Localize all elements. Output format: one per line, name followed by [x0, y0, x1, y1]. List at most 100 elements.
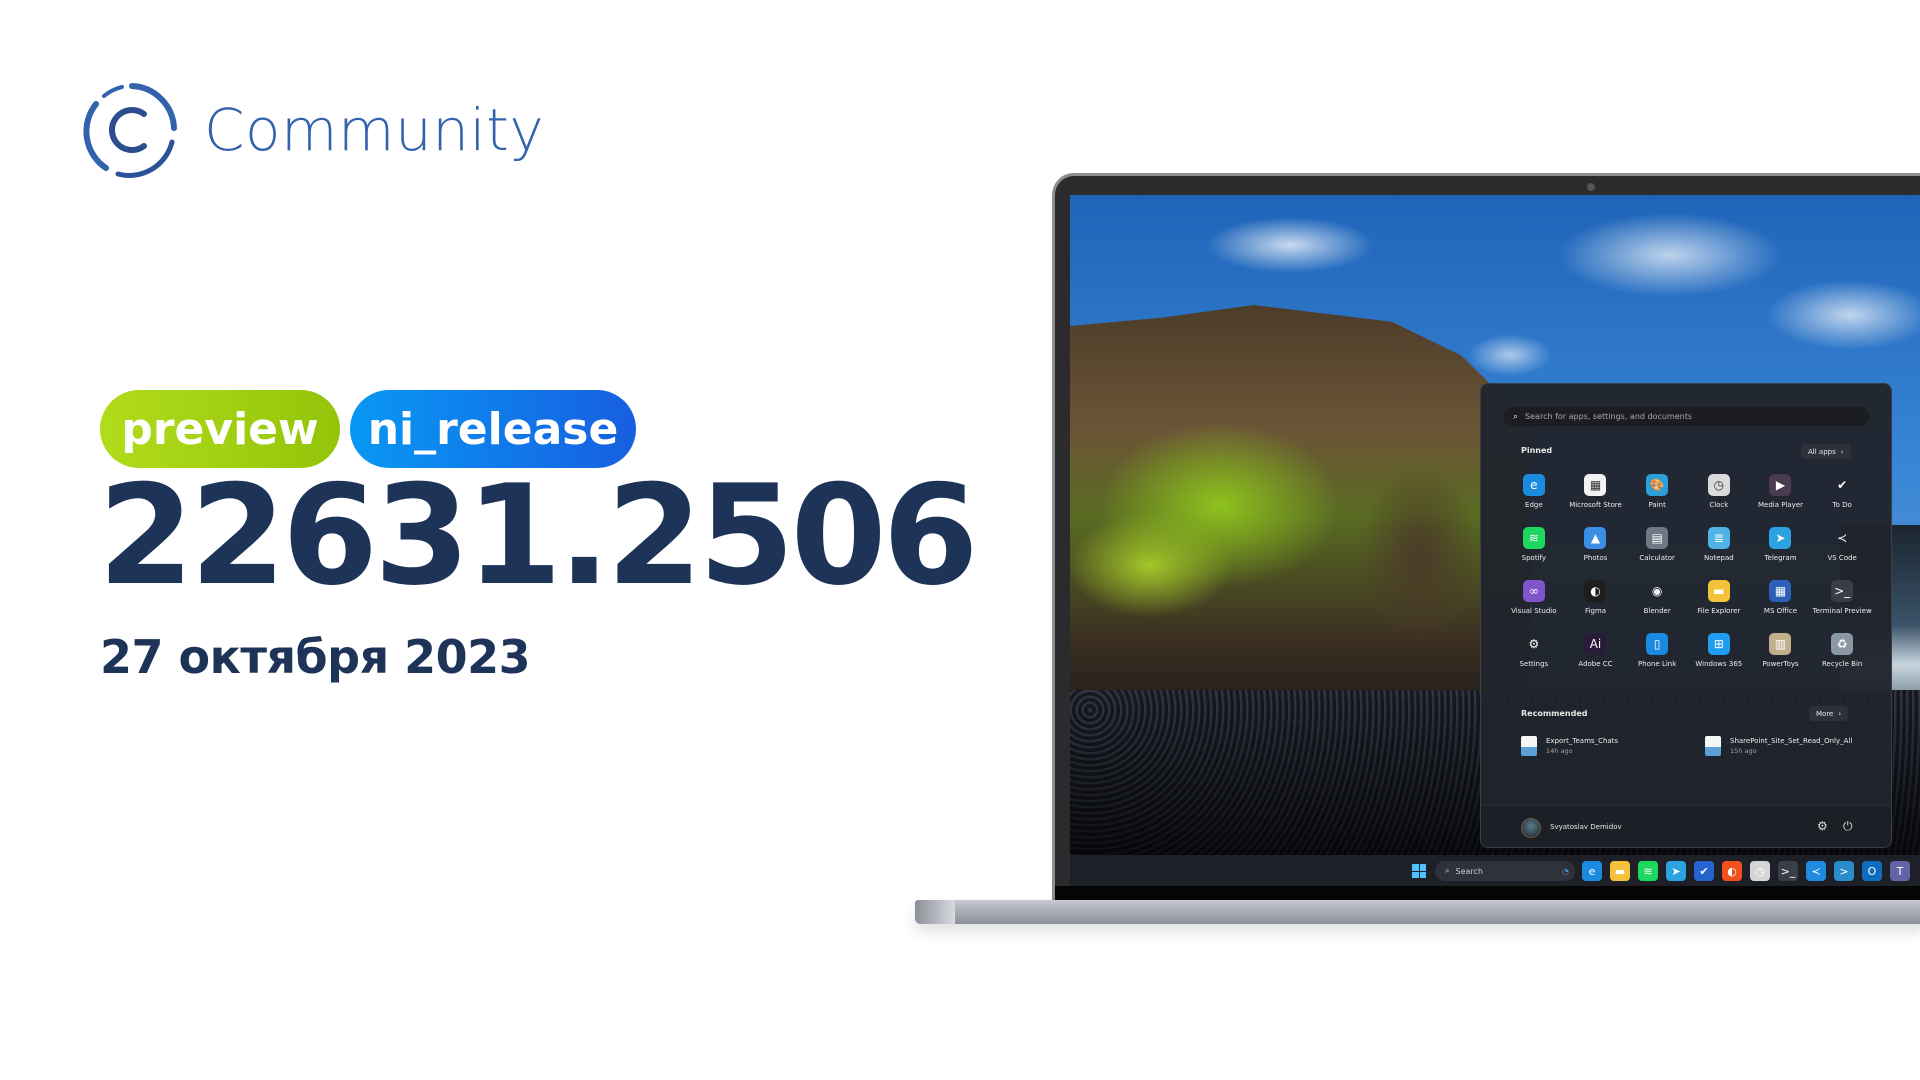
- taskbar-search[interactable]: ⌕ Search ◔: [1435, 861, 1575, 881]
- edge-canary-icon[interactable]: e: [1582, 861, 1602, 881]
- pinned-app-label: Paint: [1648, 501, 1666, 509]
- webcam-icon: [1587, 183, 1595, 191]
- pinned-app[interactable]: 🎨 Paint: [1626, 474, 1688, 509]
- pinned-app-label: Adobe CC: [1578, 660, 1613, 668]
- pinned-app-label: To Do: [1832, 501, 1852, 509]
- taskbar-search-label: Search: [1455, 866, 1483, 876]
- community-c-logo-icon: [83, 83, 177, 178]
- pinned-app[interactable]: ≺ VS Code: [1811, 527, 1873, 562]
- pinned-app-label: VS Code: [1827, 554, 1857, 562]
- pinned-app[interactable]: ▦ Microsoft Store: [1565, 474, 1627, 509]
- phone-link-icon: ▯: [1646, 633, 1669, 655]
- pinned-app[interactable]: ≣ Notepad: [1688, 527, 1750, 562]
- pinned-app[interactable]: ▦ MS Office: [1750, 580, 1812, 615]
- start-footer: Svyatoslav Demidov ⚙ ⏻: [1481, 805, 1891, 847]
- figma-icon[interactable]: ◐: [1722, 861, 1742, 881]
- paint-icon: 🎨: [1646, 474, 1669, 496]
- recycle-bin-icon: ♻: [1831, 633, 1854, 655]
- spotify-icon[interactable]: ≋: [1638, 861, 1658, 881]
- outlook-icon[interactable]: O: [1862, 861, 1882, 881]
- start-menu: ⌕ Search for apps, settings, and documen…: [1480, 383, 1892, 848]
- pinned-app[interactable]: ▤ Calculator: [1626, 527, 1688, 562]
- pinned-app-label: Windows 365: [1695, 660, 1743, 668]
- pinned-app[interactable]: ⚙ Settings: [1503, 633, 1565, 668]
- settings-gear-icon[interactable]: ⚙: [1817, 819, 1828, 833]
- recommended-item[interactable]: SharePoint_Site_Set_Read_Only_All 15h ag…: [1705, 736, 1852, 756]
- todo-icon[interactable]: ✔: [1694, 861, 1714, 881]
- pinned-app-label: Calculator: [1639, 554, 1675, 562]
- pinned-app-label: Blender: [1643, 607, 1671, 615]
- pinned-app[interactable]: ⊞ Windows 365: [1688, 633, 1750, 668]
- pinned-app-label: Notepad: [1703, 554, 1734, 562]
- powershell-icon[interactable]: >: [1834, 861, 1854, 881]
- pinned-app-label: Edge: [1525, 501, 1543, 509]
- teams-icon[interactable]: T: [1890, 861, 1910, 881]
- pinned-app-label: Figma: [1584, 607, 1606, 615]
- vscode-icon[interactable]: ≺: [1806, 861, 1826, 881]
- pinned-app-label: File Explorer: [1697, 607, 1741, 615]
- recommended-item[interactable]: Export_Teams_Chats 14h ago: [1521, 736, 1618, 756]
- notepad-icon: ≣: [1707, 527, 1730, 549]
- search-icon: ⌕: [1445, 866, 1450, 875]
- pinned-app-label: Microsoft Store: [1569, 501, 1622, 509]
- terminal-icon[interactable]: >_: [1778, 861, 1798, 881]
- pinned-app[interactable]: ▥ PowerToys: [1750, 633, 1812, 668]
- windows-start-icon[interactable]: [1408, 860, 1430, 882]
- pinned-app[interactable]: ▶ Media Player: [1750, 474, 1812, 509]
- bing-chat-icon[interactable]: ◔: [1562, 867, 1569, 876]
- pinned-app[interactable]: ▯ Phone Link: [1626, 633, 1688, 668]
- power-icon[interactable]: ⏻: [1843, 819, 1853, 834]
- pinned-app[interactable]: ◐ Figma: [1565, 580, 1627, 615]
- chevron-right-icon: ›: [1838, 709, 1842, 718]
- pinned-app-label: Recycle Bin: [1821, 660, 1863, 668]
- recommended-item-name: Export_Teams_Chats: [1546, 737, 1619, 745]
- taskbar: ⌕ Search ◔ e ▬ ≋ ➤ ✔ ◐ ◷ >_ ≺ > O T: [1070, 855, 1920, 887]
- pinned-app-label: MS Office: [1763, 607, 1798, 615]
- visual-studio-icon: ∞: [1522, 580, 1545, 602]
- pinned-app[interactable]: ◉ Blender: [1626, 580, 1688, 615]
- pinned-app[interactable]: ≋ Spotify: [1503, 527, 1565, 562]
- wallpaper-cliff: [1070, 305, 1530, 725]
- recommended-item-name: SharePoint_Site_Set_Read_Only_All: [1730, 737, 1853, 745]
- pinned-apps-grid: e Edge ▦ Microsoft Store 🎨 Paint ◷ Clock ▶ Media …: [1503, 474, 1873, 668]
- pinned-app[interactable]: ▬ File Explorer: [1688, 580, 1750, 615]
- pinned-app[interactable]: e Edge: [1503, 474, 1565, 509]
- file-explorer-icon[interactable]: ▬: [1610, 861, 1630, 881]
- photos-icon: ▲: [1584, 527, 1607, 549]
- ms-office-icon: ▦: [1769, 580, 1792, 602]
- search-icon: ⌕: [1513, 411, 1519, 422]
- chevron-right-icon: ›: [1840, 447, 1844, 456]
- all-apps-button[interactable]: All apps ›: [1801, 444, 1851, 459]
- telegram-icon[interactable]: ➤: [1666, 861, 1686, 881]
- user-name[interactable]: Svyatoslav Demidov: [1550, 823, 1622, 831]
- store-icon: ▦: [1584, 474, 1607, 496]
- taskbar-apps: e ▬ ≋ ➤ ✔ ◐ ◷ >_ ≺ > O T: [1582, 861, 1910, 881]
- media-player-icon: ▶: [1769, 474, 1792, 496]
- avatar[interactable]: [1521, 818, 1541, 838]
- start-search-input[interactable]: ⌕ Search for apps, settings, and documen…: [1503, 407, 1869, 426]
- pinned-app-label: Telegram: [1764, 554, 1797, 562]
- calculator-icon: ▤: [1646, 527, 1669, 549]
- more-button[interactable]: More ›: [1809, 706, 1849, 721]
- pinned-app-label: Visual Studio: [1511, 607, 1557, 615]
- windows-365-icon: ⊞: [1707, 633, 1730, 655]
- settings-icon: ⚙: [1528, 637, 1540, 651]
- powertoys-icon: ▥: [1769, 633, 1792, 655]
- pinned-app[interactable]: ◷ Clock: [1688, 474, 1750, 509]
- pinned-app[interactable]: ✔ To Do: [1811, 474, 1873, 509]
- recommended-heading: Recommended: [1521, 709, 1588, 718]
- start-search-placeholder: Search for apps, settings, and documents: [1525, 412, 1693, 421]
- pinned-app[interactable]: ♻ Recycle Bin: [1811, 633, 1873, 668]
- pinned-app[interactable]: ∞ Visual Studio: [1503, 580, 1565, 615]
- pinned-app[interactable]: Ai Adobe CC: [1565, 633, 1627, 668]
- community-logo: Community: [78, 78, 544, 182]
- pinned-app-label: Phone Link: [1638, 660, 1677, 668]
- file-icon: [1521, 736, 1537, 756]
- pinned-app[interactable]: >_ Terminal Preview: [1811, 580, 1873, 615]
- all-apps-label: All apps: [1808, 447, 1836, 456]
- pinned-app[interactable]: ▲ Photos: [1565, 527, 1627, 562]
- clock-icon[interactable]: ◷: [1750, 861, 1770, 881]
- pinned-app[interactable]: ➤ Telegram: [1750, 527, 1812, 562]
- build-number: 22631.2506: [98, 455, 979, 616]
- blender-icon: ◉: [1651, 584, 1663, 598]
